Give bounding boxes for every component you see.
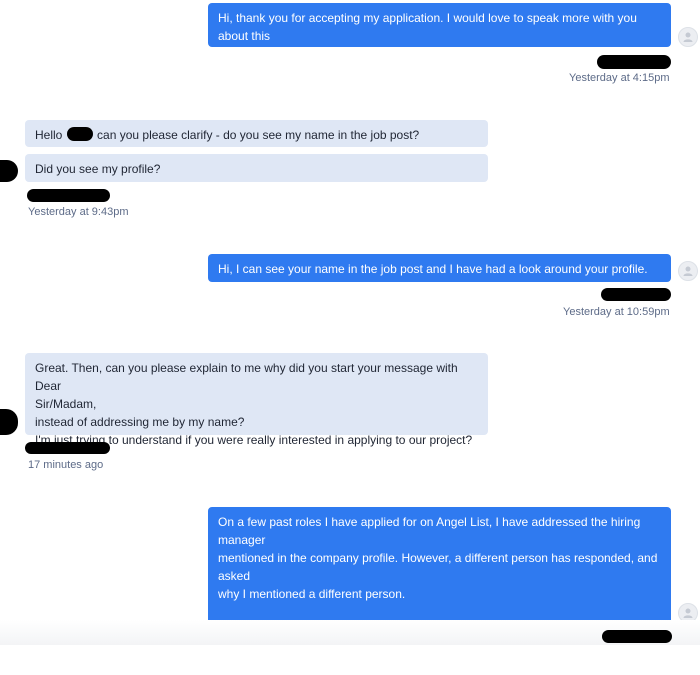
message-prefix: Hello <box>35 128 63 142</box>
redacted-sender-name <box>602 630 672 643</box>
redacted-avatar <box>0 160 18 182</box>
incoming-message-2[interactable]: Did you see my profile? <box>25 154 488 182</box>
outgoing-message-2[interactable]: Hi, I can see your name in the job post … <box>208 254 671 282</box>
conversation-thread: Hi, thank you for accepting my applicati… <box>0 0 700 673</box>
message-timestamp: 17 minutes ago <box>28 459 104 471</box>
message-line: role. <box>218 47 242 61</box>
user-avatar-icon <box>683 608 693 618</box>
message-line: instead of addressing me by my name? <box>35 415 245 429</box>
sender-avatar[interactable] <box>678 261 698 281</box>
message-line: Sir/Madam, <box>35 397 97 411</box>
message-line: Did you see my profile? <box>35 162 161 176</box>
redacted-recipient-name <box>66 127 93 141</box>
bottom-fade <box>0 620 700 645</box>
message-line: On a few past roles I have applied for o… <box>218 515 644 547</box>
message-line: mentioned in the company profile. Howeve… <box>218 551 661 583</box>
message-line: Hi, thank you for accepting my applicati… <box>218 11 641 43</box>
outgoing-message-3[interactable]: On a few past roles I have applied for o… <box>208 507 671 673</box>
redacted-sender-name <box>601 288 671 301</box>
message-timestamp: Yesterday at 4:15pm <box>569 72 670 84</box>
user-avatar-icon <box>683 32 693 42</box>
incoming-message-1[interactable]: Hello can you please clarify - do you se… <box>25 120 488 147</box>
user-avatar-icon <box>683 266 693 276</box>
message-line: greeting. Have you not had many applican… <box>218 659 522 673</box>
message-line: why I mentioned a different person. <box>218 587 406 601</box>
redacted-sender-name <box>597 55 671 69</box>
sender-avatar[interactable] <box>678 27 698 47</box>
message-timestamp: Yesterday at 9:43pm <box>28 206 129 218</box>
redacted-sender-name <box>27 189 110 202</box>
incoming-message-3[interactable]: Great. Then, can you please explain to m… <box>25 353 488 447</box>
outgoing-message-1[interactable]: Hi, thank you for accepting my applicati… <box>208 3 671 61</box>
redacted-sender-name <box>25 442 110 454</box>
message-suffix: can you please clarify - do you see my n… <box>97 128 420 142</box>
message-line: Hi, I can see your name in the job post … <box>218 262 648 276</box>
message-line: Great. Then, can you please explain to m… <box>35 361 462 393</box>
paragraph-break <box>218 603 661 621</box>
redacted-avatar <box>0 409 18 435</box>
message-timestamp: Yesterday at 10:59pm <box>563 306 670 318</box>
